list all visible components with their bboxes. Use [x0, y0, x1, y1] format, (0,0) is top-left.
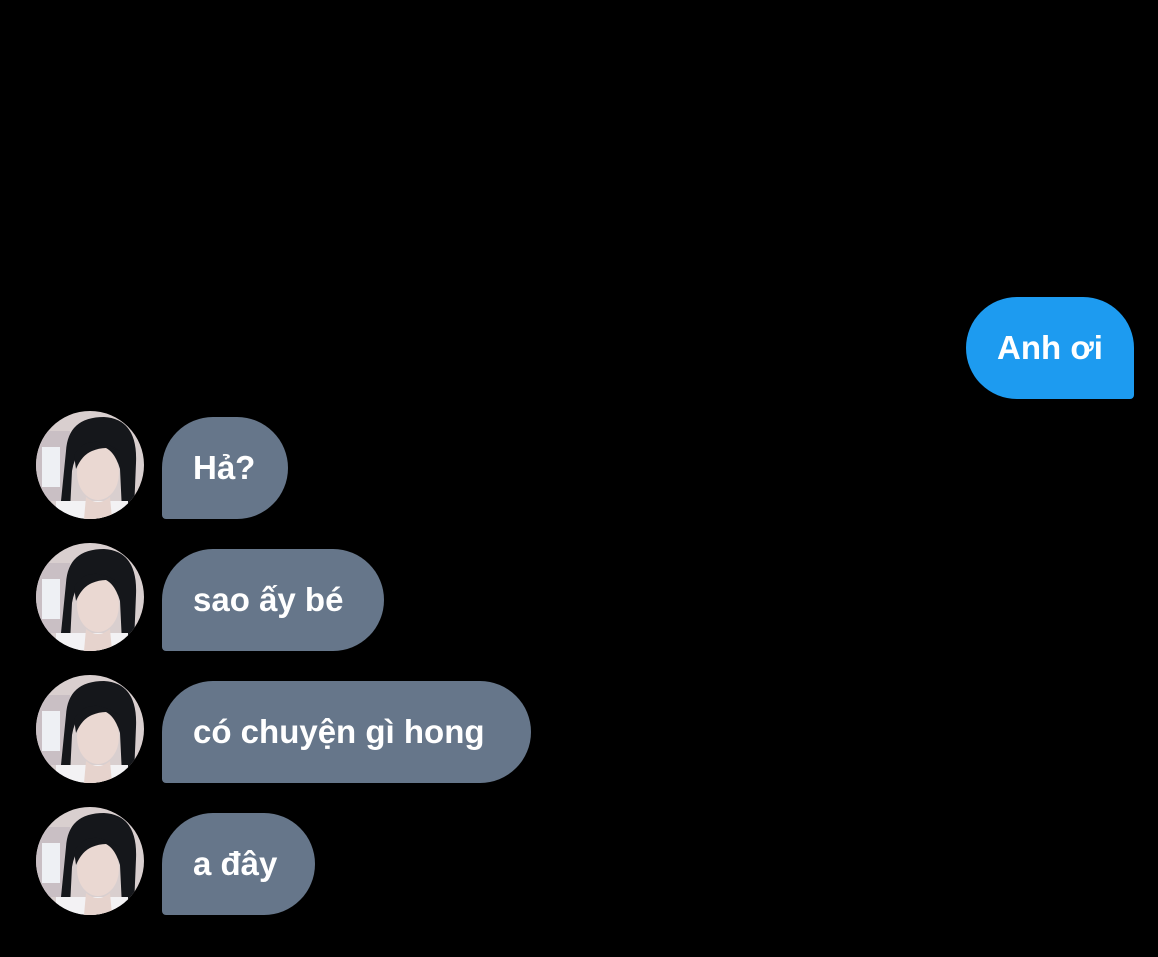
message-text: a đây [193, 845, 278, 882]
avatar-photo-icon [36, 807, 144, 915]
avatar-photo-icon [36, 675, 144, 783]
contact-avatar[interactable] [36, 807, 144, 915]
message-text: Anh ơi [997, 329, 1103, 366]
message-thread: Anh ơi Hả? sao ấy bé có chuyện gì hong a… [0, 0, 1158, 957]
message-text: Hả? [193, 449, 256, 486]
contact-avatar[interactable] [36, 675, 144, 783]
received-message-bubble[interactable]: có chuyện gì hong [162, 681, 531, 783]
avatar-photo-icon [36, 411, 144, 519]
message-text: có chuyện gì hong [193, 713, 485, 750]
received-message-bubble[interactable]: a đây [162, 813, 315, 915]
received-message-bubble[interactable]: sao ấy bé [162, 549, 384, 651]
sent-message-bubble[interactable]: Anh ơi [966, 297, 1134, 399]
message-text: sao ấy bé [193, 581, 344, 618]
contact-avatar[interactable] [36, 543, 144, 651]
received-message-bubble[interactable]: Hả? [162, 417, 288, 519]
avatar-photo-icon [36, 543, 144, 651]
contact-avatar[interactable] [36, 411, 144, 519]
